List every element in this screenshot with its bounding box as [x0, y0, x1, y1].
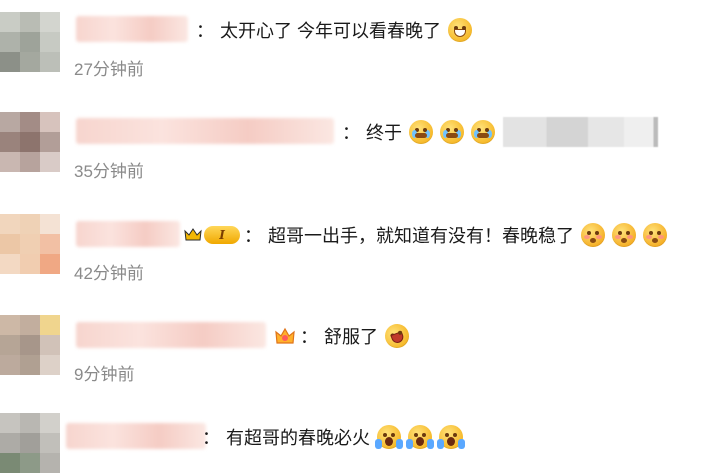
- comment-content: ： 太开心了 今年可以看春晚了: [192, 16, 472, 44]
- comment-content: ： 舒服了: [268, 320, 413, 352]
- cry-emoji: [409, 120, 433, 144]
- username-blurred[interactable]: [66, 423, 206, 449]
- comment-content: I ： 超哥一出手，就知道有没有！春晚稳了: [180, 221, 667, 249]
- username-blurred[interactable]: [76, 221, 180, 247]
- vip-crown-icon: [274, 325, 296, 347]
- comment-content: ： 终于: [338, 117, 658, 147]
- comment-text: 有超哥的春晚必火: [226, 428, 370, 448]
- username-blurred[interactable]: [76, 322, 266, 348]
- shy-emoji: [612, 223, 636, 247]
- comment-time: 35分钟前: [74, 162, 144, 181]
- username-blurred[interactable]: [76, 118, 334, 144]
- cry-emoji: [471, 120, 495, 144]
- grin-emoji: [448, 18, 472, 42]
- comment-content: ： 有超哥的春晚必火: [198, 423, 465, 451]
- scream-emoji: [406, 425, 434, 449]
- blurred-content: [503, 117, 658, 147]
- avatar[interactable]: [0, 12, 60, 72]
- separator: ：: [244, 226, 262, 246]
- level-badge: I: [204, 226, 240, 244]
- comment-time: 9分钟前: [74, 365, 135, 384]
- avatar[interactable]: [0, 315, 60, 375]
- comment-text: 终于: [366, 123, 402, 143]
- scream-emoji: [437, 425, 465, 449]
- avatar[interactable]: [0, 214, 60, 274]
- shy-emoji: [581, 223, 605, 247]
- crown-icon: [184, 226, 202, 244]
- separator: ：: [202, 428, 220, 448]
- shy-emoji: [643, 223, 667, 247]
- laugh-emoji: [381, 320, 413, 352]
- comment-text: 舒服了: [324, 327, 378, 347]
- avatar[interactable]: [0, 112, 60, 172]
- avatar[interactable]: [0, 413, 60, 473]
- comment-time: 42分钟前: [74, 264, 144, 283]
- scream-emoji: [375, 425, 403, 449]
- comment-text: 超哥一出手，就知道有没有！春晚稳了: [268, 226, 574, 246]
- separator: ：: [196, 21, 214, 41]
- separator: ：: [300, 327, 318, 347]
- cry-emoji: [440, 120, 464, 144]
- username-blurred[interactable]: [76, 16, 188, 42]
- comment-text: 太开心了 今年可以看春晚了: [220, 21, 441, 41]
- comment-time: 27分钟前: [74, 60, 144, 79]
- separator: ：: [342, 123, 360, 143]
